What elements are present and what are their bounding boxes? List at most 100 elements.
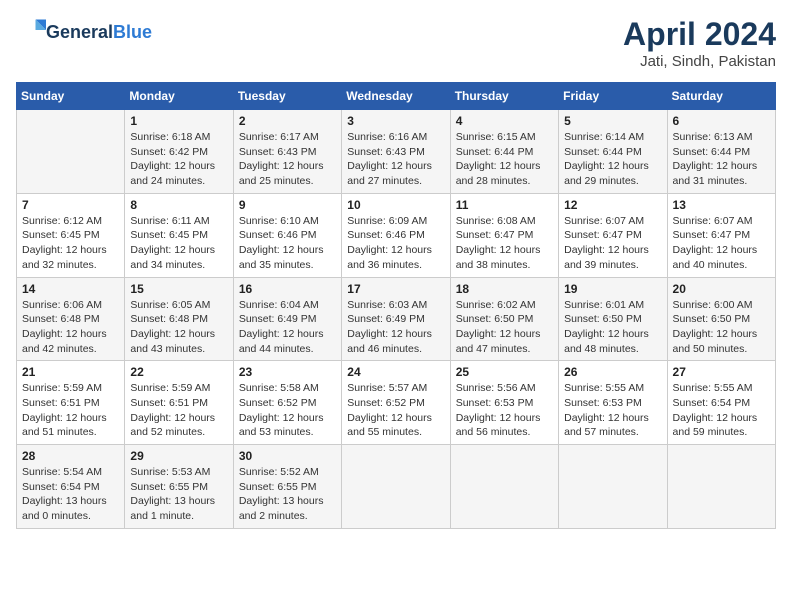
calendar-cell: 30 Sunrise: 5:52 AM Sunset: 6:55 PM Dayli… (233, 445, 341, 529)
day-number: 6 (673, 114, 770, 128)
calendar-cell: 27 Sunrise: 5:55 AM Sunset: 6:54 PM Dayli… (667, 361, 775, 445)
day-number: 22 (130, 365, 227, 379)
day-number: 12 (564, 198, 661, 212)
weekday-header: Sunday (17, 83, 125, 110)
weekday-header: Tuesday (233, 83, 341, 110)
calendar-cell (667, 445, 775, 529)
day-number: 10 (347, 198, 444, 212)
day-info: Sunrise: 5:54 AM Sunset: 6:54 PM Dayligh… (22, 465, 119, 524)
calendar-cell: 10 Sunrise: 6:09 AM Sunset: 6:46 PM Dayli… (342, 193, 450, 277)
calendar-table: SundayMondayTuesdayWednesdayThursdayFrid… (16, 82, 776, 529)
day-number: 23 (239, 365, 336, 379)
calendar-cell: 23Sunrise: 5:58 AM Sunset: 6:52 PM Dayli… (233, 361, 341, 445)
day-number: 27 (673, 365, 770, 379)
day-info: Sunrise: 5:57 AM Sunset: 6:52 PM Dayligh… (347, 381, 444, 440)
day-info: Sunrise: 6:03 AM Sunset: 6:49 PM Dayligh… (347, 298, 444, 357)
day-number: 26 (564, 365, 661, 379)
day-number: 15 (130, 282, 227, 296)
calendar-cell: 16 Sunrise: 6:04 AM Sunset: 6:49 PM Dayli… (233, 277, 341, 361)
calendar-cell: 17 Sunrise: 6:03 AM Sunset: 6:49 PM Dayli… (342, 277, 450, 361)
calendar-cell: 20 Sunrise: 6:00 AM Sunset: 6:50 PM Dayli… (667, 277, 775, 361)
logo-icon (18, 16, 46, 44)
day-info: Sunrise: 6:06 AM Sunset: 6:48 PM Dayligh… (22, 298, 119, 357)
day-number: 25 (456, 365, 553, 379)
day-info: Sunrise: 6:10 AM Sunset: 6:46 PM Dayligh… (239, 214, 336, 273)
day-number: 21 (22, 365, 119, 379)
calendar-cell: 3Sunrise: 6:16 AM Sunset: 6:43 PM Daylig… (342, 110, 450, 194)
title-block: April 2024 Jati, Sindh, Pakistan (623, 16, 776, 70)
calendar-cell: 1 Sunrise: 6:18 AM Sunset: 6:42 PM Daylig… (125, 110, 233, 194)
calendar-cell: 26 Sunrise: 5:55 AM Sunset: 6:53 PM Dayli… (559, 361, 667, 445)
day-info: Sunrise: 6:07 AM Sunset: 6:47 PM Dayligh… (564, 214, 661, 273)
day-info: Sunrise: 5:59 AM Sunset: 6:51 PM Dayligh… (130, 381, 227, 440)
calendar-cell (342, 445, 450, 529)
calendar-cell: 11Sunrise: 6:08 AM Sunset: 6:47 PM Dayli… (450, 193, 558, 277)
day-info: Sunrise: 6:15 AM Sunset: 6:44 PM Dayligh… (456, 130, 553, 189)
weekday-header: Wednesday (342, 83, 450, 110)
day-info: Sunrise: 6:01 AM Sunset: 6:50 PM Dayligh… (564, 298, 661, 357)
calendar-cell: 24 Sunrise: 5:57 AM Sunset: 6:52 PM Dayli… (342, 361, 450, 445)
calendar-week-row: 21 Sunrise: 5:59 AM Sunset: 6:51 PM Dayli… (17, 361, 776, 445)
day-info: Sunrise: 6:02 AM Sunset: 6:50 PM Dayligh… (456, 298, 553, 357)
day-number: 29 (130, 449, 227, 463)
calendar-cell: 13 Sunrise: 6:07 AM Sunset: 6:47 PM Dayli… (667, 193, 775, 277)
calendar-week-row: 7Sunrise: 6:12 AM Sunset: 6:45 PM Daylig… (17, 193, 776, 277)
day-info: Sunrise: 5:55 AM Sunset: 6:54 PM Dayligh… (673, 381, 770, 440)
day-info: Sunrise: 6:09 AM Sunset: 6:46 PM Dayligh… (347, 214, 444, 273)
calendar-cell: 14Sunrise: 6:06 AM Sunset: 6:48 PM Dayli… (17, 277, 125, 361)
day-number: 30 (239, 449, 336, 463)
calendar-cell: 21 Sunrise: 5:59 AM Sunset: 6:51 PM Dayli… (17, 361, 125, 445)
day-info: Sunrise: 5:52 AM Sunset: 6:55 PM Dayligh… (239, 465, 336, 524)
calendar-cell (450, 445, 558, 529)
location-title: Jati, Sindh, Pakistan (623, 53, 776, 70)
calendar-cell: 15Sunrise: 6:05 AM Sunset: 6:48 PM Dayli… (125, 277, 233, 361)
calendar-cell: 19 Sunrise: 6:01 AM Sunset: 6:50 PM Dayli… (559, 277, 667, 361)
calendar-cell: 2 Sunrise: 6:17 AM Sunset: 6:43 PM Daylig… (233, 110, 341, 194)
day-info: Sunrise: 6:12 AM Sunset: 6:45 PM Dayligh… (22, 214, 119, 273)
day-number: 24 (347, 365, 444, 379)
weekday-header: Thursday (450, 83, 558, 110)
calendar-week-row: 1 Sunrise: 6:18 AM Sunset: 6:42 PM Daylig… (17, 110, 776, 194)
day-info: Sunrise: 6:11 AM Sunset: 6:45 PM Dayligh… (130, 214, 227, 273)
weekday-header: Saturday (667, 83, 775, 110)
calendar-cell: 25Sunrise: 5:56 AM Sunset: 6:53 PM Dayli… (450, 361, 558, 445)
day-info: Sunrise: 6:17 AM Sunset: 6:43 PM Dayligh… (239, 130, 336, 189)
day-number: 2 (239, 114, 336, 128)
weekday-header-row: SundayMondayTuesdayWednesdayThursdayFrid… (17, 83, 776, 110)
calendar-cell: 29Sunrise: 5:53 AM Sunset: 6:55 PM Dayli… (125, 445, 233, 529)
day-number: 19 (564, 282, 661, 296)
calendar-cell: 28 Sunrise: 5:54 AM Sunset: 6:54 PM Dayli… (17, 445, 125, 529)
day-number: 4 (456, 114, 553, 128)
day-number: 20 (673, 282, 770, 296)
calendar-cell: 7Sunrise: 6:12 AM Sunset: 6:45 PM Daylig… (17, 193, 125, 277)
day-number: 11 (456, 198, 553, 212)
calendar-week-row: 28 Sunrise: 5:54 AM Sunset: 6:54 PM Dayli… (17, 445, 776, 529)
day-info: Sunrise: 6:07 AM Sunset: 6:47 PM Dayligh… (673, 214, 770, 273)
calendar-cell: 5Sunrise: 6:14 AM Sunset: 6:44 PM Daylig… (559, 110, 667, 194)
calendar-cell: 18Sunrise: 6:02 AM Sunset: 6:50 PM Dayli… (450, 277, 558, 361)
calendar-week-row: 14Sunrise: 6:06 AM Sunset: 6:48 PM Dayli… (17, 277, 776, 361)
day-info: Sunrise: 6:18 AM Sunset: 6:42 PM Dayligh… (130, 130, 227, 189)
calendar-cell: 8 Sunrise: 6:11 AM Sunset: 6:45 PM Daylig… (125, 193, 233, 277)
day-number: 1 (130, 114, 227, 128)
day-number: 5 (564, 114, 661, 128)
day-number: 17 (347, 282, 444, 296)
calendar-cell: 4 Sunrise: 6:15 AM Sunset: 6:44 PM Daylig… (450, 110, 558, 194)
day-number: 16 (239, 282, 336, 296)
calendar-cell (17, 110, 125, 194)
calendar-cell: 22 Sunrise: 5:59 AM Sunset: 6:51 PM Dayli… (125, 361, 233, 445)
day-info: Sunrise: 6:04 AM Sunset: 6:49 PM Dayligh… (239, 298, 336, 357)
calendar-cell: 9 Sunrise: 6:10 AM Sunset: 6:46 PM Daylig… (233, 193, 341, 277)
day-number: 9 (239, 198, 336, 212)
calendar-cell (559, 445, 667, 529)
day-info: Sunrise: 6:16 AM Sunset: 6:43 PM Dayligh… (347, 130, 444, 189)
day-info: Sunrise: 5:55 AM Sunset: 6:53 PM Dayligh… (564, 381, 661, 440)
day-info: Sunrise: 5:59 AM Sunset: 6:51 PM Dayligh… (22, 381, 119, 440)
day-info: Sunrise: 6:00 AM Sunset: 6:50 PM Dayligh… (673, 298, 770, 357)
day-number: 28 (22, 449, 119, 463)
logo-text: GeneralBlue (46, 22, 152, 44)
day-number: 8 (130, 198, 227, 212)
calendar-cell: 12 Sunrise: 6:07 AM Sunset: 6:47 PM Dayli… (559, 193, 667, 277)
day-number: 13 (673, 198, 770, 212)
weekday-header: Friday (559, 83, 667, 110)
